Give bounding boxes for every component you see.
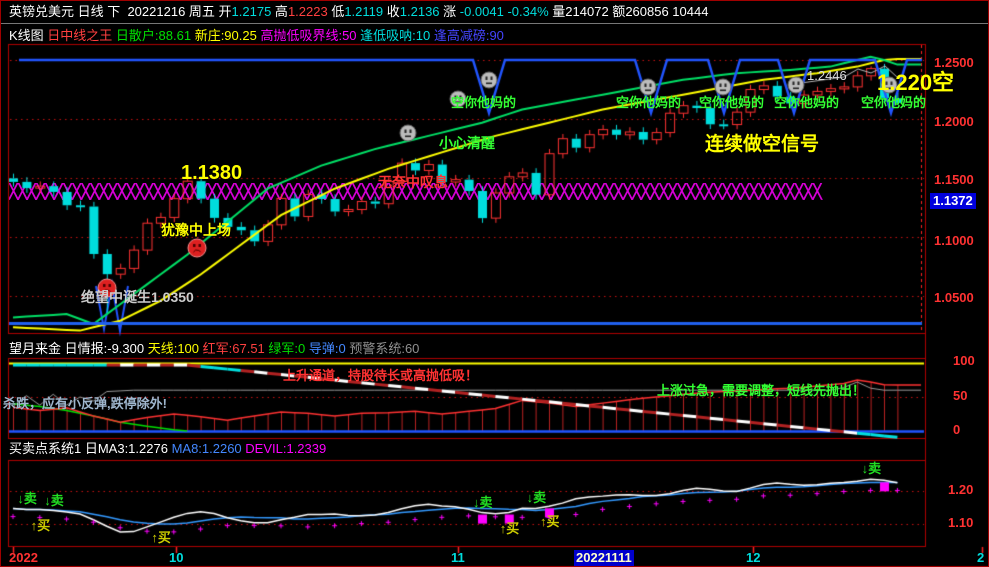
trading-app-window: ╳╳╳╳╳╳╳╳╳╳╳╳╳╳╳╳╳╳╳╳╳╳╳╳╳╳╳╳╳╳╳╳╳╳╳╳╳╳╳╳… — [0, 0, 989, 567]
chart-canvas[interactable] — [1, 1, 989, 567]
